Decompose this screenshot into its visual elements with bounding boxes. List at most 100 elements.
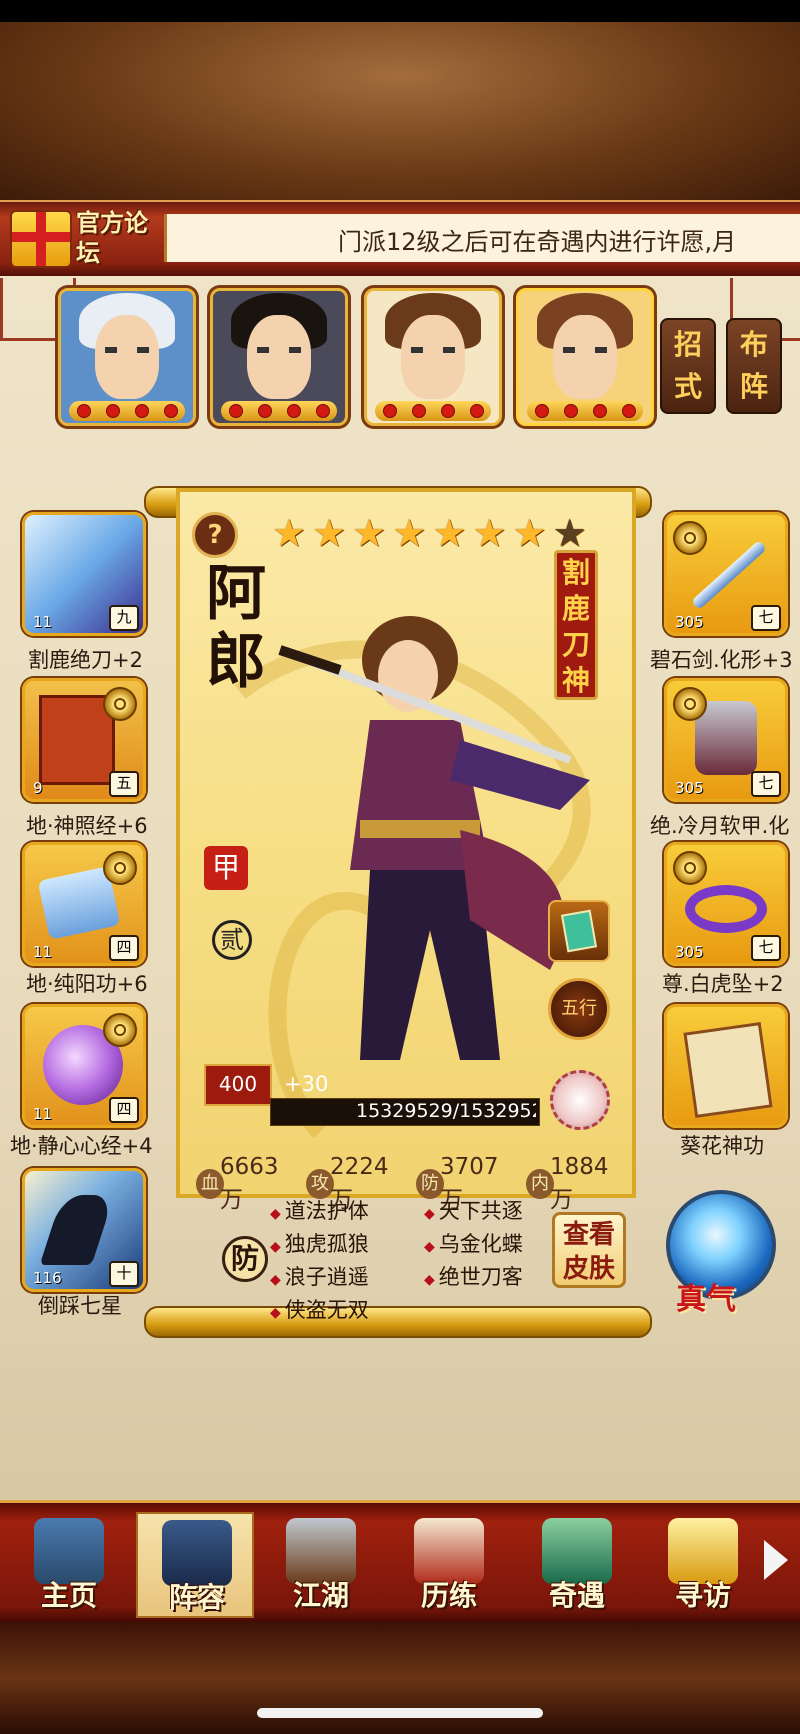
skill-item: ◆ 独虎孤狼 [270,1229,369,1262]
coin-icon [103,1013,137,1047]
rank-beads [221,401,337,421]
rank-seal: 甲 [204,846,248,890]
equip-label-left-4: 地·静心心经+4 [10,1134,153,1158]
nav-label: 江湖 [292,1579,349,1612]
scroll-rod-bottom [144,1306,652,1338]
slot-grade: 七 [751,605,781,631]
five-elements-button[interactable]: 五行 [548,978,610,1040]
equip-label-right-4: 葵花神功 [680,1134,764,1158]
hero-portrait-2[interactable] [210,288,348,426]
skill-name: 道法护体 [284,1199,369,1223]
coin-icon [103,851,137,885]
star-icon: ★ [272,511,307,555]
equip-slot-right-4[interactable] [664,1004,788,1128]
hero-portrait-1[interactable] [58,288,196,426]
skill-item: ◆ 浪子逍遥 [270,1262,369,1295]
equip-label-right-1: 碧石剑.化形+3 [650,648,793,672]
skill-item: ◆ 天下共逐 [424,1196,523,1229]
nav-label: 奇遇 [548,1579,605,1612]
emblem-icon [673,851,707,885]
rank-beads [69,401,185,421]
equip-slot-right-2[interactable]: 305 七 [664,678,788,802]
stats-row: 血 6663万 攻 2224万 防 3707万 内 1884万 [196,1154,626,1214]
slot-level: 11 [33,1105,53,1123]
hero-level: 400 [204,1064,272,1106]
tier-seal: 贰 [212,920,252,960]
equip-label-left-2: 地·神照经+6 [26,814,148,838]
skill-name: 天下共逐 [438,1199,523,1223]
announcement-ticker: 门派12级之后可在奇遇内进行许愿,月 [338,228,737,256]
stat-inner: 内 1884万 [526,1154,626,1214]
slot-level: 11 [33,943,53,961]
formation-button[interactable]: 布阵 [726,318,782,414]
face [247,315,311,399]
diamond-bullet-icon: ◆ [424,1272,435,1288]
home-indicator[interactable] [257,1708,543,1718]
eyes [411,347,455,353]
moves-button[interactable]: 招式 [660,318,716,414]
star-icon: ★ [432,511,467,555]
coin-icon [103,687,137,721]
diamond-bullet-icon: ◆ [270,1272,281,1288]
nav-lineup[interactable]: 阵容 [136,1512,254,1618]
silhouette-icon [39,1195,115,1265]
manual-book-icon[interactable] [548,900,610,962]
eyes [563,347,607,353]
slot-grade: 七 [751,935,781,961]
nav-jianghu[interactable]: 江湖 [262,1512,380,1618]
help-button[interactable]: ? [192,512,238,558]
skill-name: 乌金化蝶 [438,1232,523,1256]
equip-label-left-5: 倒踩七星 [38,1294,122,1318]
slot-grade: 十 [109,1261,139,1287]
equip-slot-left-1[interactable]: 11 九 [22,512,146,636]
equip-slot-left-4[interactable]: 11 四 [22,1004,146,1128]
game-screen: 官方论坛 门派12级之后可在奇遇内进行许愿,月 招式 布阵 11 九 割鹿绝刀+… [0,0,800,1734]
hero-portrait-4-selected[interactable] [516,288,654,426]
skill-name: 绝世刀客 [438,1265,523,1289]
star-icon: ★ [392,511,427,555]
skills-right: ◆ 天下共逐 ◆ 乌金化蝶 ◆ 绝世刀客 [424,1196,523,1295]
equip-label-right-2: 绝.冷月软甲.化 [650,814,790,838]
nav-next-arrow-icon[interactable] [764,1540,788,1580]
equip-slot-left-2[interactable]: 9 五 [22,678,146,802]
slot-grade: 九 [109,605,139,631]
hp-text: 15329529/15329529 [356,1100,536,1122]
emblem-icon [673,687,707,721]
equip-slot-right-1[interactable]: 305 七 [664,512,788,636]
diamond-bullet-icon: ◆ [424,1239,435,1255]
face [401,315,465,399]
star-rating: ★ ★ ★ ★ ★ ★ ★ ★ [272,514,587,552]
slot-grade: 四 [109,1097,139,1123]
star-icon: ★ [312,511,347,555]
equip-slot-right-3[interactable]: 305 七 [664,842,788,966]
skill-item: ◆ 侠盗无双 [270,1295,369,1328]
skill-item: ◆ 绝世刀客 [424,1262,523,1295]
nav-label: 阵容 [168,1581,225,1614]
slot-level: 116 [33,1269,62,1287]
slot-grade: 五 [109,771,139,797]
equip-slot-left-3[interactable]: 11 四 [22,842,146,966]
skill-name: 独虎孤狼 [284,1232,369,1256]
diamond-bullet-icon: ◆ [270,1305,281,1321]
star-icon: ★ [352,511,387,555]
skill-name: 浪子逍遥 [284,1265,369,1289]
star-icon: ★ [512,511,547,555]
dragon-emblem-icon[interactable] [550,1070,610,1130]
true-qi-label: 真气 [676,1282,736,1317]
nav-visit[interactable]: 寻访 [644,1512,762,1618]
face [95,315,159,399]
defense-type-badge: 防 [222,1236,268,1282]
nav-training[interactable]: 历练 [390,1512,508,1618]
hero-portrait-3[interactable] [364,288,502,426]
slot-level: 305 [675,943,704,961]
nav-encounter[interactable]: 奇遇 [518,1512,636,1618]
star-empty-icon: ★ [552,511,587,555]
gift-box-icon [10,210,72,268]
official-forum-button[interactable]: 官方论坛 [6,202,156,274]
pendant-ring-icon [685,885,767,933]
equip-slot-left-5[interactable]: 116 十 [22,1168,146,1292]
nav-home[interactable]: 主页 [10,1512,128,1618]
view-skin-button[interactable]: 查看皮肤 [552,1212,626,1288]
slot-level: 11 [33,613,53,631]
skill-item: ◆ 乌金化蝶 [424,1229,523,1262]
